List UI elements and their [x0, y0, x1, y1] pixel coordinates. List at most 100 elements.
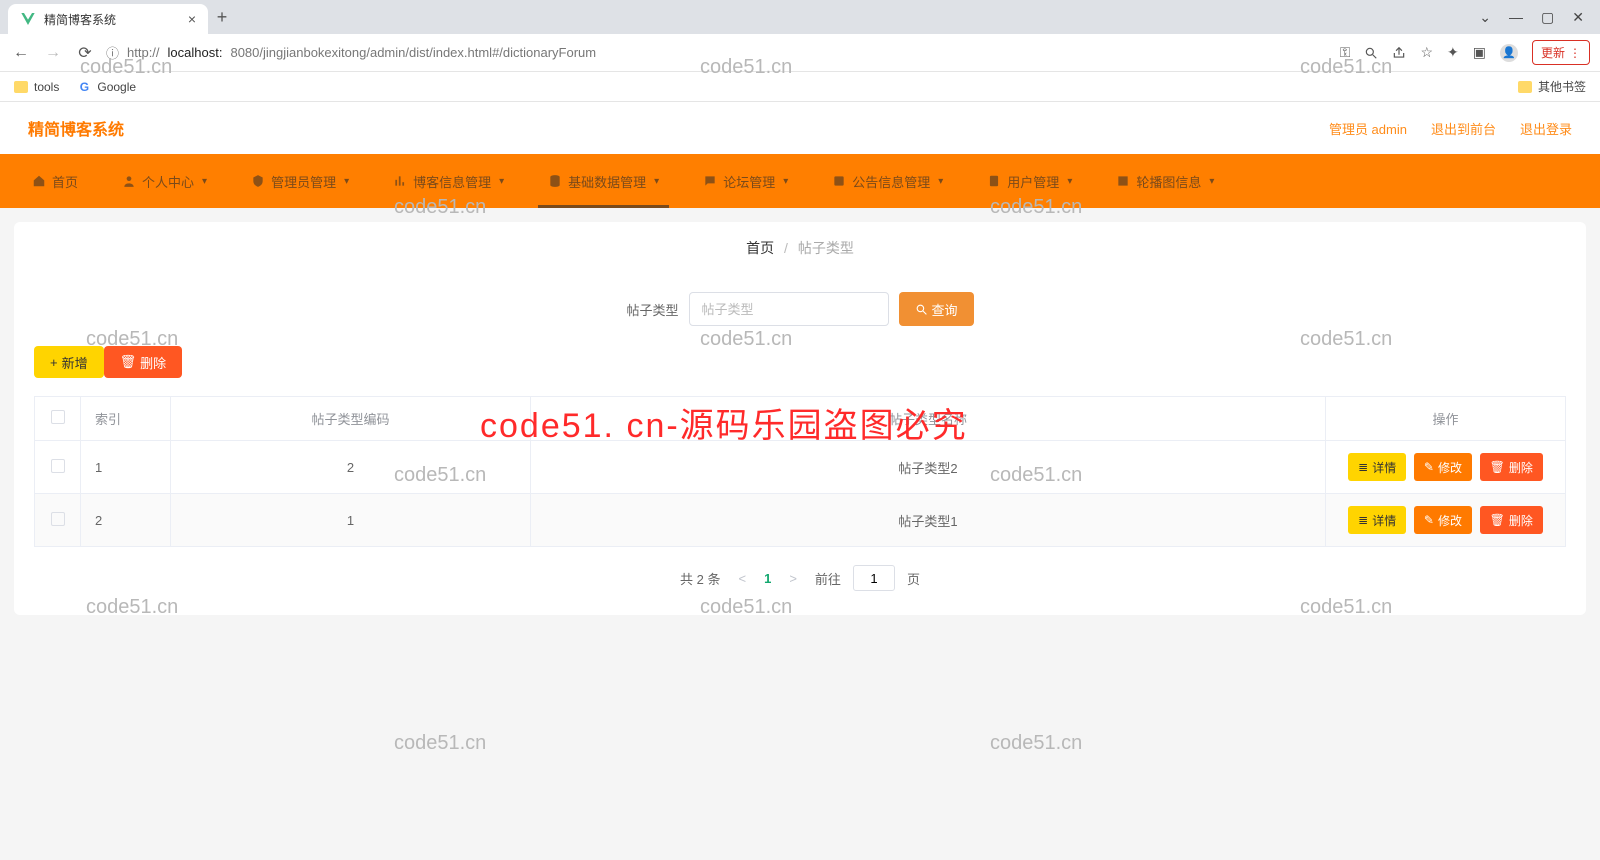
folder-icon	[14, 81, 28, 93]
bookmark-other[interactable]: 其他书签	[1518, 78, 1586, 95]
cell-code: 2	[171, 441, 531, 494]
bookmark-star-icon[interactable]: ☆	[1420, 44, 1433, 61]
table-row: 2 1 帖子类型1 ≣详情 ✎修改 🗑删除	[35, 494, 1566, 547]
action-row: + 新增 🗑 删除	[14, 346, 1586, 388]
row-delete-button[interactable]: 🗑删除	[1480, 506, 1543, 534]
vue-favicon-icon	[20, 11, 36, 27]
add-button[interactable]: + 新增	[34, 346, 104, 378]
watermark: code51.cn	[394, 732, 486, 755]
reload-button[interactable]: ⟳	[74, 43, 96, 63]
window-close-icon[interactable]: ✕	[1572, 9, 1584, 26]
breadcrumb-sep: /	[784, 240, 788, 256]
pager-current[interactable]: 1	[764, 571, 771, 586]
filter-label: 帖子类型	[626, 300, 678, 319]
search-button[interactable]: 查询	[899, 292, 974, 326]
browser-address-bar: ← → ⟳ ⓘ http://localhost:8080/jingjianbo…	[0, 34, 1600, 72]
bookmark-tools[interactable]: tools	[14, 80, 59, 94]
nav-blog-manage[interactable]: 博客信息管理 ▾	[371, 154, 526, 208]
cell-ops: ≣详情 ✎修改 🗑删除	[1326, 494, 1566, 547]
window-minimize-icon[interactable]: —	[1509, 9, 1523, 26]
shield-icon	[251, 174, 265, 188]
nav-profile[interactable]: 个人中心 ▾	[100, 154, 229, 208]
browser-tab-title: 精简博客系统	[44, 11, 116, 28]
nav-home[interactable]: 首页	[10, 154, 100, 208]
browser-tab-bar: 精简博客系统 × + ⌄ — ▢ ✕	[0, 0, 1600, 34]
content-card: 首页 / 帖子类型 帖子类型 查询 + 新增 🗑 删除	[14, 222, 1586, 615]
forum-icon	[703, 174, 717, 188]
window-dropdown-icon[interactable]: ⌄	[1479, 9, 1491, 26]
update-button[interactable]: 更新 ⋮	[1532, 40, 1590, 65]
filter-type-input[interactable]	[689, 292, 889, 326]
chevron-down-icon: ▾	[1209, 176, 1214, 187]
back-button[interactable]: ←	[10, 44, 32, 62]
row-edit-button[interactable]: ✎修改	[1414, 453, 1472, 481]
row-checkbox[interactable]	[51, 512, 65, 526]
plus-icon: +	[50, 355, 58, 370]
database-icon	[548, 174, 562, 188]
pager-next[interactable]: >	[783, 571, 803, 586]
extensions-icon[interactable]: ✦	[1447, 44, 1459, 61]
chevron-down-icon: ▾	[783, 176, 788, 187]
col-name: 帖子类型名称	[531, 397, 1326, 441]
header-logout-link[interactable]: 退出登录	[1520, 119, 1572, 138]
data-table: 索引 帖子类型编码 帖子类型名称 操作 1 2 帖子类型2 ≣详情 ✎修改 🗑删…	[34, 396, 1566, 547]
browser-chrome: 精简博客系统 × + ⌄ — ▢ ✕ ← → ⟳ ⓘ http://localh…	[0, 0, 1600, 102]
trash-icon: 🗑	[1490, 513, 1505, 527]
detail-icon: ≣	[1358, 460, 1368, 474]
row-delete-button[interactable]: 🗑删除	[1480, 453, 1543, 481]
nav-forum-manage[interactable]: 论坛管理 ▾	[681, 154, 810, 208]
search-icon[interactable]	[1364, 46, 1378, 60]
trash-icon: 🗑	[120, 354, 137, 370]
header-front-link[interactable]: 退出到前台	[1431, 119, 1496, 138]
browser-tab[interactable]: 精简博客系统 ×	[8, 4, 208, 34]
detail-icon: ≣	[1358, 513, 1368, 527]
key-icon[interactable]: ⚿	[1340, 44, 1351, 61]
delete-button[interactable]: 🗑 删除	[104, 346, 183, 378]
nav-base-data[interactable]: 基础数据管理 ▾	[526, 154, 681, 208]
forward-button[interactable]: →	[42, 44, 64, 62]
pager-prev[interactable]: <	[733, 571, 753, 586]
header-links: 管理员 admin 退出到前台 退出登录	[1329, 119, 1572, 138]
chevron-down-icon: ▾	[938, 176, 943, 187]
home-icon	[32, 174, 46, 188]
new-tab-button[interactable]: +	[208, 7, 236, 28]
chart-icon	[393, 174, 407, 188]
col-index: 索引	[81, 397, 171, 441]
nav-notice-manage[interactable]: 公告信息管理 ▾	[810, 154, 965, 208]
nav-user-manage[interactable]: 用户管理 ▾	[965, 154, 1094, 208]
pager-goto-label: 前往	[815, 569, 841, 588]
bookmark-google[interactable]: G Google	[77, 80, 136, 94]
app-header: 精简博客系统 管理员 admin 退出到前台 退出登录	[0, 102, 1600, 154]
users-icon	[987, 174, 1001, 188]
url-field[interactable]: ⓘ http://localhost:8080/jingjianbokexito…	[106, 43, 1330, 62]
select-all-checkbox[interactable]	[51, 410, 65, 424]
row-checkbox[interactable]	[51, 459, 65, 473]
page-body: 首页 / 帖子类型 帖子类型 查询 + 新增 🗑 删除	[0, 208, 1600, 629]
cell-ops: ≣详情 ✎修改 🗑删除	[1326, 441, 1566, 494]
profile-avatar-icon[interactable]: 👤	[1500, 44, 1518, 62]
nav-carousel[interactable]: 轮播图信息 ▾	[1094, 154, 1236, 208]
row-edit-button[interactable]: ✎修改	[1414, 506, 1472, 534]
col-code: 帖子类型编码	[171, 397, 531, 441]
nav-admin-manage[interactable]: 管理员管理 ▾	[229, 154, 371, 208]
window-maximize-icon[interactable]: ▢	[1541, 9, 1554, 26]
row-detail-button[interactable]: ≣详情	[1348, 453, 1406, 481]
filter-row: 帖子类型 查询	[14, 274, 1586, 346]
pager-goto-input[interactable]	[853, 565, 895, 591]
table-header-row: 索引 帖子类型编码 帖子类型名称 操作	[35, 397, 1566, 441]
header-admin-link[interactable]: 管理员 admin	[1329, 119, 1407, 138]
pagination: 共 2 条 < 1 > 前往 页	[14, 547, 1586, 615]
share-icon[interactable]	[1392, 46, 1406, 60]
close-tab-icon[interactable]: ×	[188, 11, 196, 27]
site-info-icon[interactable]: ⓘ	[106, 43, 119, 62]
watermark: code51.cn	[990, 732, 1082, 755]
window-controls: ⌄ — ▢ ✕	[1463, 9, 1600, 26]
cell-name: 帖子类型2	[531, 441, 1326, 494]
breadcrumb-home[interactable]: 首页	[746, 240, 774, 256]
breadcrumb: 首页 / 帖子类型	[14, 222, 1586, 274]
edit-icon: ✎	[1424, 460, 1434, 474]
url-path: 8080/jingjianbokexitong/admin/dist/index…	[230, 45, 596, 60]
cell-index: 1	[81, 441, 171, 494]
row-detail-button[interactable]: ≣详情	[1348, 506, 1406, 534]
side-panel-icon[interactable]: ▣	[1473, 44, 1486, 61]
